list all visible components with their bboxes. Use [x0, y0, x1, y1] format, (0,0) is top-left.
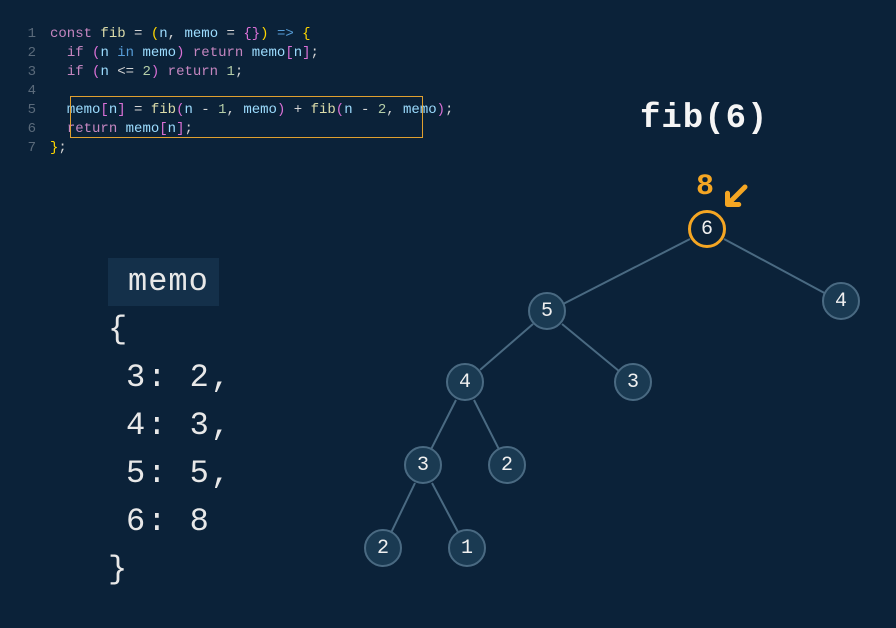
code-content — [50, 82, 67, 101]
tree-edge — [431, 399, 458, 449]
code-editor: 1const fib = (n, memo = {}) => {2 if (n … — [20, 25, 453, 158]
memo-close-brace: } — [108, 546, 232, 594]
tree-edge — [723, 238, 824, 294]
tree-node: 2 — [364, 529, 402, 567]
tree-edge — [390, 483, 415, 533]
code-line: 6 return memo[n]; — [20, 120, 453, 139]
line-number: 6 — [20, 120, 50, 139]
tree-edge — [473, 399, 500, 449]
code-line: 4 — [20, 82, 453, 101]
call-expression-title: fib(6) — [640, 100, 768, 138]
line-number: 5 — [20, 101, 50, 120]
code-content: }; — [50, 139, 67, 158]
tree-edge — [479, 324, 534, 372]
line-number: 7 — [20, 139, 50, 158]
tree-node-root: 6 — [688, 210, 726, 248]
line-number: 4 — [20, 82, 50, 101]
tree-node: 3 — [614, 363, 652, 401]
code-line: 1const fib = (n, memo = {}) => { — [20, 25, 453, 44]
memo-object: memo { 3: 2,4: 3,5: 5,6: 8 } — [108, 258, 232, 594]
memo-open-brace: { — [108, 306, 232, 354]
tree-node: 4 — [822, 282, 860, 320]
tree-edge — [431, 482, 459, 532]
code-line: 7}; — [20, 139, 453, 158]
tree-node: 4 — [446, 363, 484, 401]
code-line: 5 memo[n] = fib(n - 1, memo) + fib(n - 2… — [20, 101, 453, 120]
result-value: 8 — [696, 170, 714, 204]
tree-node: 1 — [448, 529, 486, 567]
code-content: const fib = (n, memo = {}) => { — [50, 25, 311, 44]
code-content: memo[n] = fib(n - 1, memo) + fib(n - 2, … — [50, 101, 453, 120]
memo-entry: 5: 5, — [108, 450, 232, 498]
tree-edge — [561, 323, 619, 371]
memo-entry: 6: 8 — [108, 498, 232, 546]
line-number: 2 — [20, 44, 50, 63]
code-line: 3 if (n <= 2) return 1; — [20, 63, 453, 82]
line-number: 1 — [20, 25, 50, 44]
memo-entry: 4: 3, — [108, 402, 232, 450]
memo-label: memo — [108, 258, 219, 306]
arrow-down-left-icon — [720, 182, 750, 212]
code-content: if (n in memo) return memo[n]; — [50, 44, 319, 63]
memo-entry: 3: 2, — [108, 354, 232, 402]
tree-node: 5 — [528, 292, 566, 330]
code-content: if (n <= 2) return 1; — [50, 63, 243, 82]
tree-edge — [563, 238, 690, 304]
code-line: 2 if (n in memo) return memo[n]; — [20, 44, 453, 63]
tree-node: 2 — [488, 446, 526, 484]
tree-node: 3 — [404, 446, 442, 484]
line-number: 3 — [20, 63, 50, 82]
code-content: return memo[n]; — [50, 120, 193, 139]
recursion-tree: 6 5 4 4 3 3 2 2 1 — [350, 210, 880, 610]
